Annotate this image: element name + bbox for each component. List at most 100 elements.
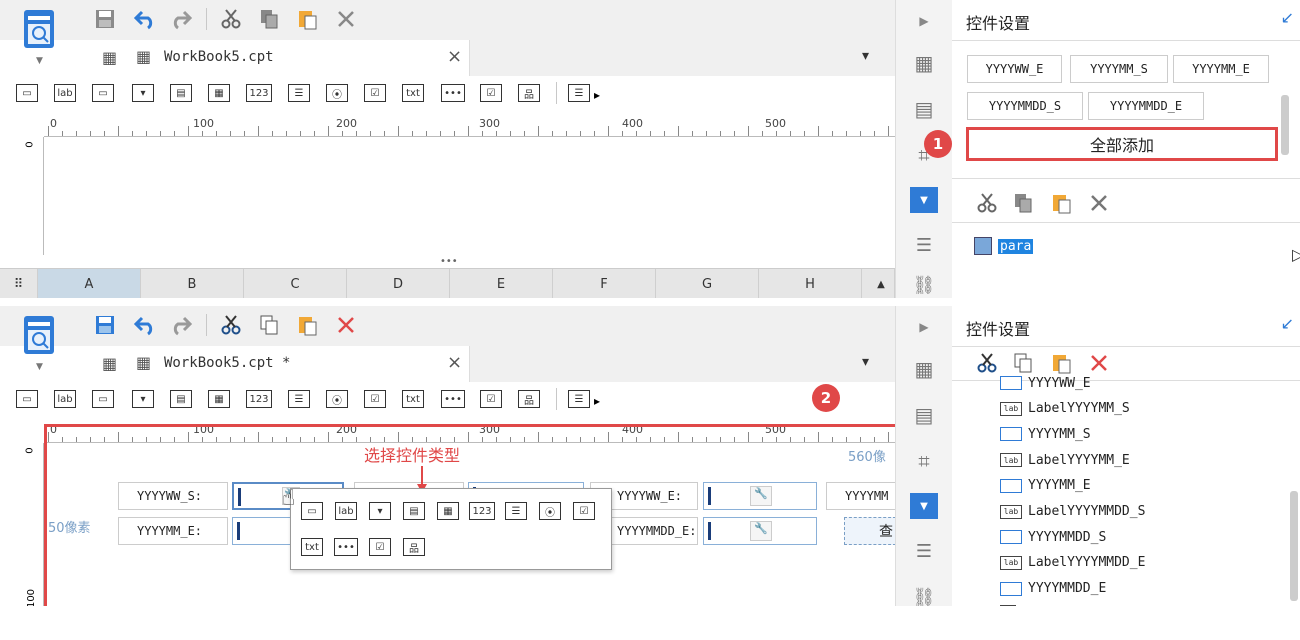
collapse-icon[interactable]: ↙ — [1281, 8, 1294, 27]
tag-button[interactable]: YYYYMMDD_S — [967, 92, 1083, 120]
button-widget-icon[interactable]: ▭ — [14, 81, 40, 105]
delete-icon[interactable] — [1086, 190, 1112, 216]
collapse-icon[interactable]: ↙ — [1281, 314, 1294, 333]
radio-group-widget-icon[interactable]: ⦿ — [324, 81, 350, 105]
delete-icon[interactable] — [333, 312, 359, 338]
column-header[interactable]: G — [656, 269, 759, 300]
more-widget-icon[interactable]: ☰ — [566, 387, 592, 411]
calendar-widget-icon[interactable]: ▦ — [206, 387, 232, 411]
add-all-button[interactable]: 全部添加 — [966, 127, 1278, 161]
redo-icon[interactable] — [168, 312, 194, 338]
cell-info-icon[interactable]: ▤ — [910, 402, 938, 428]
grid-layout-icon[interactable]: ▦ — [910, 356, 938, 382]
column-header[interactable]: F — [553, 269, 656, 300]
tree-item[interactable]: lab LabelYYYYMMDD_S — [1000, 501, 1145, 523]
copy-icon[interactable] — [256, 6, 282, 32]
layout-icon[interactable]: ☰ — [910, 538, 938, 564]
copy-icon[interactable] — [256, 312, 282, 338]
column-header[interactable]: D — [347, 269, 450, 300]
tree-widget-icon[interactable]: 品 — [516, 81, 542, 105]
dropdown-widget-icon[interactable]: ▾ — [130, 387, 156, 411]
copy-icon[interactable] — [1010, 190, 1036, 216]
cut-icon[interactable] — [974, 190, 1000, 216]
date-widget-icon[interactable]: ▤ — [168, 387, 194, 411]
calendar-widget-icon[interactable]: ▦ — [206, 81, 232, 105]
grid-plus-icon[interactable]: ▦ — [102, 48, 117, 67]
widget-settings-icon[interactable]: ▼ — [910, 493, 938, 519]
redo-icon[interactable] — [168, 6, 194, 32]
save-icon[interactable] — [92, 312, 118, 338]
txt-widget-icon[interactable]: txt — [400, 81, 426, 105]
label-widget-icon[interactable]: lab — [52, 387, 78, 411]
textbox-widget-icon[interactable]: ▭ — [90, 387, 116, 411]
column-header[interactable]: E — [450, 269, 553, 300]
checkbox-widget-icon[interactable]: ☑ — [478, 81, 504, 105]
cut-icon[interactable] — [974, 350, 1000, 376]
tree-item[interactable]: YYYYMMDD_E — [1000, 578, 1106, 600]
scrollbar[interactable] — [1290, 491, 1298, 601]
tree-item[interactable]: YYYYWW_E — [1000, 372, 1091, 394]
tree-item[interactable]: YYYYMMDD_S — [1000, 526, 1106, 548]
label-widget-icon[interactable]: lab — [52, 81, 78, 105]
paste-icon[interactable] — [1048, 190, 1074, 216]
close-tab-icon[interactable]: × — [447, 352, 462, 373]
grid-plus-icon[interactable]: ▦ — [102, 354, 117, 373]
delete-icon[interactable] — [333, 6, 359, 32]
cut-icon[interactable] — [218, 6, 244, 32]
checkbox-group-widget-icon[interactable]: ☑ — [362, 387, 388, 411]
crop-icon[interactable]: ⌗ — [910, 448, 938, 474]
cut-icon[interactable] — [218, 312, 244, 338]
textarea-widget-icon[interactable]: ☰ — [286, 387, 312, 411]
tag-button[interactable]: YYYYMMDD_E — [1088, 92, 1204, 120]
logo-dropdown-icon[interactable]: ▼ — [36, 362, 43, 372]
paste-icon[interactable] — [294, 6, 320, 32]
column-header[interactable]: B — [141, 269, 244, 300]
paste-icon[interactable] — [294, 312, 320, 338]
link-icon[interactable]: ⛓ — [910, 272, 938, 298]
tag-button[interactable]: YYYYMM_S — [1070, 55, 1168, 83]
expand-icon[interactable]: ▶ — [910, 314, 938, 340]
layout-icon[interactable]: ☰ — [910, 232, 938, 258]
grid-layout-icon[interactable]: ▦ — [910, 50, 938, 76]
number-widget-icon[interactable]: 123 — [246, 387, 272, 411]
txt-widget-icon[interactable]: txt — [400, 387, 426, 411]
tree-item[interactable]: lab LabelYYYYMM_S — [1000, 398, 1130, 420]
tree-item[interactable]: ⌕Search — [1000, 603, 1073, 606]
button-widget-icon[interactable]: ▭ — [14, 387, 40, 411]
checkbox-group-widget-icon[interactable]: ☑ — [362, 81, 388, 105]
design-canvas[interactable] — [44, 137, 895, 255]
scroll-up-icon[interactable]: ▲ — [868, 269, 895, 300]
number-widget-icon[interactable]: 123 — [246, 81, 272, 105]
dropdown-widget-icon[interactable]: ▾ — [130, 81, 156, 105]
checkbox-widget-icon[interactable]: ☑ — [478, 387, 504, 411]
tree-item[interactable]: lab LabelYYYYMM_E — [1000, 449, 1130, 471]
more-arrow-icon[interactable]: ▸ — [594, 88, 600, 102]
undo-icon[interactable] — [132, 6, 158, 32]
tag-button[interactable]: YYYYMM_E — [1173, 55, 1269, 83]
more-arrow-icon[interactable]: ▸ — [594, 394, 600, 408]
logo-dropdown-icon[interactable]: ▼ — [36, 56, 43, 66]
tree-item[interactable]: YYYYMM_E — [1000, 475, 1091, 497]
app-logo-icon[interactable] — [22, 314, 58, 358]
textbox-widget-icon[interactable]: ▭ — [90, 81, 116, 105]
column-header[interactable]: A — [38, 269, 141, 300]
tab-menu-icon[interactable]: ▾ — [862, 48, 869, 64]
expand-icon[interactable]: ▶ — [910, 8, 938, 34]
tag-button[interactable]: YYYYWW_E — [967, 55, 1062, 83]
scrollbar[interactable] — [1281, 95, 1289, 155]
tree-item-para[interactable]: para — [974, 235, 1034, 257]
tree-widget-icon[interactable]: 品 — [516, 387, 542, 411]
tree-item[interactable]: lab LabelYYYYMMDD_E — [1000, 552, 1145, 574]
column-header[interactable]: H — [759, 269, 862, 300]
widget-settings-icon[interactable]: ▼ — [910, 187, 938, 213]
tab-menu-icon[interactable]: ▾ — [862, 354, 869, 370]
app-logo-icon[interactable] — [22, 8, 58, 52]
radio-group-widget-icon[interactable]: ⦿ — [324, 387, 350, 411]
select-all-icon[interactable]: ⠿ — [0, 269, 38, 300]
cell-info-icon[interactable]: ▤ — [910, 96, 938, 122]
password-widget-icon[interactable]: ••• — [440, 81, 466, 105]
tab-workbook[interactable]: ▦ ▦ WorkBook5.cpt * × — [92, 346, 470, 382]
date-widget-icon[interactable]: ▤ — [168, 81, 194, 105]
password-widget-icon[interactable]: ••• — [440, 387, 466, 411]
undo-icon[interactable] — [132, 312, 158, 338]
